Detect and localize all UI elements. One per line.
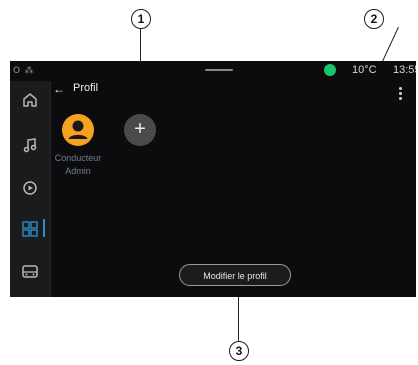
callout-1: 1 [131, 9, 151, 29]
infotainment-screen: ꓳ ⁂ 10°C 13:55 [10, 61, 416, 297]
clock: 13:55 [393, 64, 416, 76]
more-options-icon[interactable] [397, 87, 403, 101]
callout-3: 3 [229, 341, 249, 361]
page-title: Profil [73, 82, 99, 94]
edit-profile-button[interactable]: Modifier le profil [179, 264, 291, 286]
music-icon[interactable] [20, 135, 40, 155]
vehicle-icon[interactable] [20, 262, 40, 282]
apps-grid-icon[interactable] [20, 219, 40, 239]
status-bar: ꓳ ⁂ 10°C 13:55 [10, 61, 416, 81]
sidebar [10, 81, 51, 297]
add-profile-button[interactable]: + [124, 114, 156, 146]
profile-avatar[interactable] [62, 114, 94, 146]
callout-2: 2 [364, 9, 384, 29]
status-indicator-icon [324, 64, 336, 76]
temperature-readout: 10°C [352, 64, 377, 76]
profile-name: Conducteur [54, 153, 102, 163]
navigation-icon[interactable] [20, 178, 40, 198]
back-button[interactable]: ← [53, 82, 65, 96]
signal-icons: ꓳ ⁂ [13, 65, 35, 75]
active-nav-indicator [43, 219, 45, 237]
pull-down-handle[interactable] [205, 69, 233, 71]
profile-role: Admin [65, 166, 91, 176]
home-icon[interactable] [20, 90, 40, 110]
